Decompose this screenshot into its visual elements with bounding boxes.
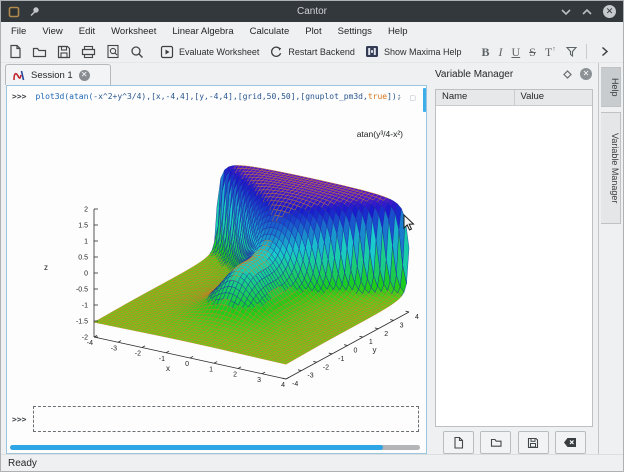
variables-table: Name Value [435,89,593,427]
menu-linear-algebra[interactable]: Linear Algebra [164,22,241,41]
menu-plot[interactable]: Plot [297,22,329,41]
maximize-button[interactable] [582,8,592,16]
menubar: File View Edit Worksheet Linear Algebra … [1,22,624,41]
save-button[interactable] [57,45,71,59]
folder-open-icon [32,45,47,58]
cantor-window: Cantor ✕ File View Edit Worksheet Linear… [0,0,624,472]
restart-backend-label: Restart Backend [288,47,355,57]
maxima-help-icon [365,45,379,58]
restart-backend-button[interactable]: Restart Backend [269,45,355,59]
text-color-icon [565,45,578,58]
new-document-icon [8,44,22,59]
panel-buttons [443,431,586,453]
prompt: >>> [12,415,26,424]
evaluate-worksheet-label: Evaluate Worksheet [179,47,259,57]
table-header: Name Value [436,90,592,106]
tab-close-icon[interactable]: ✕ [79,70,90,81]
tab-session-label: Session 1 [31,70,73,81]
mouse-cursor-icon [403,214,415,232]
bold-button[interactable]: B [481,46,489,58]
load-variables-button[interactable] [480,431,511,454]
menu-help[interactable]: Help [380,22,416,41]
variable-manager-panel: Variable Manager ✕ Name Value [429,63,598,454]
show-maxima-help-button[interactable]: Show Maxima Help [365,45,462,58]
open-button[interactable] [32,45,47,58]
menu-file[interactable]: File [3,22,34,41]
strikethrough-button[interactable]: S [529,46,536,58]
superscript-button[interactable]: T↑ [545,46,556,58]
text-color-button[interactable] [565,45,578,58]
command-entry-1[interactable]: >>> plot3d(atan(-x^2+y^3/4),[x,-4,4],[y,… [12,92,426,101]
find-button[interactable] [130,45,144,59]
underline-button[interactable]: U [511,46,520,58]
window-title: Cantor [1,6,623,17]
tabbar: Session 1 ✕ [1,63,428,85]
titlebar: Cantor ✕ [1,1,623,22]
side-tab-help[interactable]: Help [601,67,621,107]
toolbar-overflow-button[interactable] [601,46,609,57]
play-icon [160,45,174,59]
show-maxima-help-label: Show Maxima Help [384,47,462,57]
print-icon [81,45,96,59]
menu-view[interactable]: View [34,22,70,41]
toolbar: Evaluate Worksheet Restart Backend Show … [1,41,623,63]
minimize-button[interactable] [561,8,571,16]
side-tab-variable-manager[interactable]: Variable Manager [601,112,621,224]
statusbar: Ready [1,454,623,472]
print-preview-icon [106,44,120,59]
menu-worksheet[interactable]: Worksheet [103,22,164,41]
close-button[interactable]: ✕ [603,5,616,18]
print-preview-button[interactable] [106,44,120,59]
command-entry-2[interactable]: >>> [12,406,419,432]
panel-header: Variable Manager ✕ [429,63,598,85]
status-text: Ready [8,458,37,469]
column-header-value[interactable]: Value [515,90,593,105]
toolbar-separator [586,44,587,59]
panel-title: Variable Manager [435,69,562,80]
empty-command-input[interactable] [33,406,419,432]
new-variables-button[interactable] [443,431,474,454]
clear-variables-button[interactable] [555,431,586,454]
save-icon [57,45,71,59]
save-variables-button[interactable] [518,431,549,454]
prompt: >>> [12,92,26,101]
cell-focus-indicator [423,88,426,112]
side-tab-strip: Help Variable Manager [598,63,624,454]
menu-settings[interactable]: Settings [330,22,380,41]
menu-calculate[interactable]: Calculate [242,22,298,41]
evaluate-worksheet-button[interactable]: Evaluate Worksheet [160,45,259,59]
italic-button[interactable]: I [498,46,502,58]
tab-session-1[interactable]: Session 1 ✕ [5,64,111,85]
session-progress-bar [10,445,420,450]
float-panel-icon[interactable] [562,69,573,80]
plot-3d-surface [29,112,425,404]
print-button[interactable] [81,45,96,59]
cell-action-icons[interactable]: + ▢ [397,94,419,102]
search-icon [130,45,144,59]
maxima-icon [12,69,25,82]
menu-edit[interactable]: Edit [71,22,103,41]
new-document-button[interactable] [8,44,22,59]
command-code[interactable]: plot3d(atan(-x^2+y^3/4),[x,-4,4],[y,-4,4… [35,92,401,101]
column-header-name[interactable]: Name [436,90,515,105]
panel-close-icon[interactable]: ✕ [580,68,592,80]
worksheet: >>> plot3d(atan(-x^2+y^3/4),[x,-4,4],[y,… [6,85,427,454]
session-progress-fill [10,445,383,450]
restart-icon [269,45,283,59]
